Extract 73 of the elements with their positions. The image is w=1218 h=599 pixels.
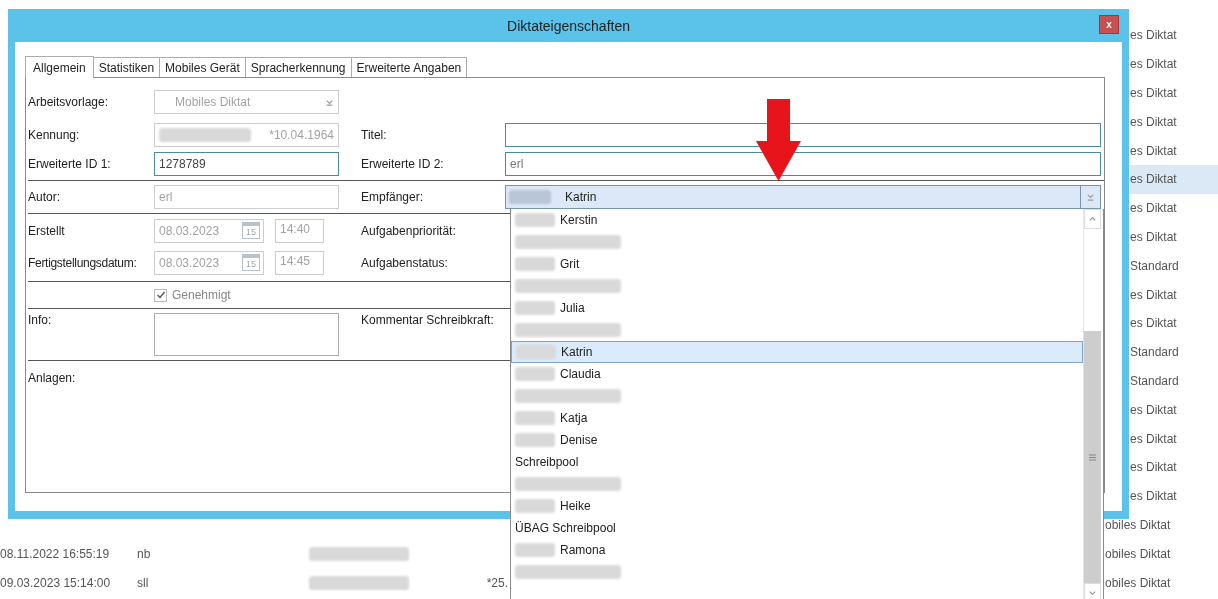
field-label: Arbeitsvorlage: bbox=[28, 95, 110, 109]
table-cell[interactable]: obiles Diktat bbox=[1105, 539, 1218, 569]
input-field[interactable]: 1278789 bbox=[154, 152, 339, 176]
field-label: Erstellt bbox=[28, 223, 66, 238]
chevron-icon bbox=[325, 97, 334, 107]
list-item-text: Kerstin bbox=[560, 213, 598, 227]
list-item[interactable]: Katrin bbox=[511, 341, 1083, 363]
field-label: Aufgabenstatus: bbox=[361, 255, 449, 270]
input-field[interactable] bbox=[505, 123, 1101, 147]
list-item[interactable]: Grit bbox=[511, 253, 1083, 275]
blurred-area bbox=[515, 433, 555, 447]
field-label: Empfänger: bbox=[361, 190, 425, 204]
list-item-text: Julia bbox=[560, 301, 585, 315]
list-item[interactable]: ÜBAG Schreibpool bbox=[511, 517, 1083, 539]
list-item-text: ÜBAG Schreibpool bbox=[515, 521, 616, 535]
field-label: Kennung: bbox=[28, 128, 81, 142]
field-label: Aufgabenpriorität: bbox=[361, 223, 457, 238]
table-cell[interactable]: obiles Diktat bbox=[1105, 510, 1218, 540]
text-area[interactable] bbox=[154, 313, 339, 356]
blurred-area bbox=[515, 367, 555, 381]
field-label: Anlagen: bbox=[28, 371, 76, 385]
chevron-icon bbox=[1086, 192, 1095, 202]
scrollbar-thumb[interactable] bbox=[1084, 331, 1101, 583]
close-button[interactable]: x bbox=[1099, 15, 1119, 34]
list-item[interactable]: Julia bbox=[511, 297, 1083, 319]
checkbox-label: Genehmigt bbox=[172, 288, 231, 302]
blurred-area bbox=[515, 411, 555, 425]
dropdown-field[interactable]: Katrin bbox=[505, 185, 1101, 209]
blurred-area bbox=[515, 257, 555, 271]
chevron-up-icon bbox=[1088, 214, 1097, 224]
list-item-text: Grit bbox=[560, 257, 580, 271]
table-cell: *25. bbox=[486, 575, 508, 590]
blurred-area bbox=[515, 499, 555, 513]
list-item[interactable]: Heike bbox=[511, 495, 1083, 517]
tab[interactable]: Spracherkennung bbox=[244, 57, 352, 77]
field-label: Info: bbox=[28, 313, 53, 327]
list-item[interactable]: Ramona bbox=[511, 539, 1083, 561]
blurred-area bbox=[509, 190, 551, 204]
field-label: Autor: bbox=[28, 190, 61, 204]
table-cell-text: nb bbox=[137, 546, 152, 561]
list-item-text: Ramona bbox=[560, 543, 606, 557]
field-label: Fertigstellungsdatum: bbox=[28, 255, 138, 270]
field-label: Erweiterte ID 2: bbox=[361, 157, 445, 171]
scroll-up-button[interactable] bbox=[1084, 209, 1101, 229]
window-title: Diktateigenschaften bbox=[507, 17, 630, 34]
grip-icon bbox=[1089, 453, 1096, 461]
blurred-area bbox=[515, 301, 555, 315]
list-item-text: Heike bbox=[560, 499, 591, 513]
table-cell[interactable]: obiles Diktat bbox=[1105, 568, 1218, 597]
list-item-text: Katja bbox=[560, 411, 588, 425]
blurred-area bbox=[516, 345, 556, 359]
list-item[interactable]: Schreibpool bbox=[511, 451, 1083, 473]
table-cell-text: 09.03.2023 15:14:00 bbox=[0, 575, 112, 590]
list-item[interactable]: Claudia bbox=[511, 363, 1083, 385]
input-field[interactable]: erl bbox=[505, 152, 1101, 176]
list-item-text: Schreibpool bbox=[515, 455, 579, 469]
field-label: Titel: bbox=[361, 128, 388, 142]
list-item-text: Denise bbox=[560, 433, 598, 447]
tab[interactable]: Allgemein bbox=[25, 56, 94, 78]
blurred-area bbox=[515, 543, 555, 557]
tab[interactable]: Erweiterte Angaben bbox=[350, 57, 468, 77]
chevron-down-icon bbox=[1088, 588, 1097, 598]
field-label: Kommentar Schreibkraft: bbox=[361, 313, 495, 327]
blurred-area bbox=[515, 213, 555, 227]
table-cell-text: 08.11.2022 16:55:19 bbox=[0, 546, 111, 561]
scroll-down-button[interactable] bbox=[1084, 583, 1101, 599]
list-item[interactable]: Denise bbox=[511, 429, 1083, 451]
list-item[interactable]: Katja bbox=[511, 407, 1083, 429]
field-label: Erweiterte ID 1: bbox=[28, 157, 112, 171]
list-item[interactable]: Kerstin bbox=[511, 209, 1083, 231]
list-item-text: Claudia bbox=[560, 367, 601, 381]
table-cell-text: sll bbox=[137, 575, 150, 590]
list-item-text: Katrin bbox=[561, 345, 593, 359]
